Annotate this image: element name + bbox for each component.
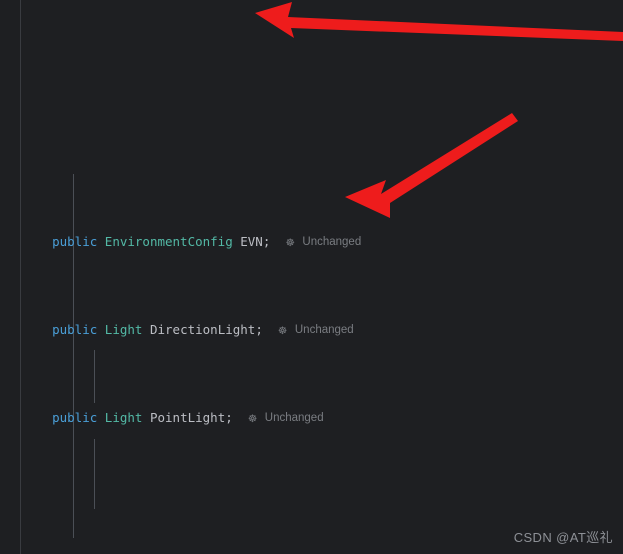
vcs-annotation-label: Unchanged bbox=[264, 412, 324, 425]
unity-changeset-icon: ☸ bbox=[285, 237, 295, 250]
type-token: Light bbox=[104, 410, 143, 426]
vcs-annotation-label: Unchanged bbox=[302, 236, 362, 249]
gutter-separator bbox=[20, 0, 21, 554]
indent-guide-2 bbox=[94, 350, 95, 403]
vcs-annotation-label: Unchanged bbox=[294, 324, 354, 337]
keyword-token: public bbox=[52, 410, 98, 426]
type-token: EnvironmentConfig bbox=[104, 234, 233, 250]
code-line[interactable]: public EnvironmentConfig EVN; ☸ Unchange… bbox=[22, 233, 623, 251]
unity-changeset-icon: ☸ bbox=[247, 413, 258, 426]
editor-gutter[interactable] bbox=[0, 0, 20, 554]
type-token: Light bbox=[104, 322, 143, 338]
indent-guide-1 bbox=[73, 174, 74, 538]
code-area[interactable]: public EnvironmentConfig EVN; ☸ Unchange… bbox=[22, 0, 623, 554]
code-line-blank[interactable] bbox=[22, 497, 623, 515]
code-line[interactable]: public Light DirectionLight; ☸ Unchanged bbox=[22, 321, 623, 339]
unity-changeset-icon: ☸ bbox=[277, 325, 288, 338]
csdn-watermark: CSDN @AT巡礼 bbox=[513, 530, 613, 545]
keyword-token: public bbox=[52, 322, 98, 338]
code-line[interactable] bbox=[22, 145, 623, 163]
identifier-token: PointLight; bbox=[142, 410, 233, 426]
identifier-token: DirectionLight; bbox=[142, 322, 263, 338]
code-line[interactable]: public Light PointLight; ☸ Unchanged bbox=[22, 409, 623, 427]
identifier-token: EVN; bbox=[232, 234, 271, 250]
keyword-token: public bbox=[52, 234, 98, 250]
code-editor-screenshot: public EnvironmentConfig EVN; ☸ Unchange… bbox=[0, 0, 623, 554]
